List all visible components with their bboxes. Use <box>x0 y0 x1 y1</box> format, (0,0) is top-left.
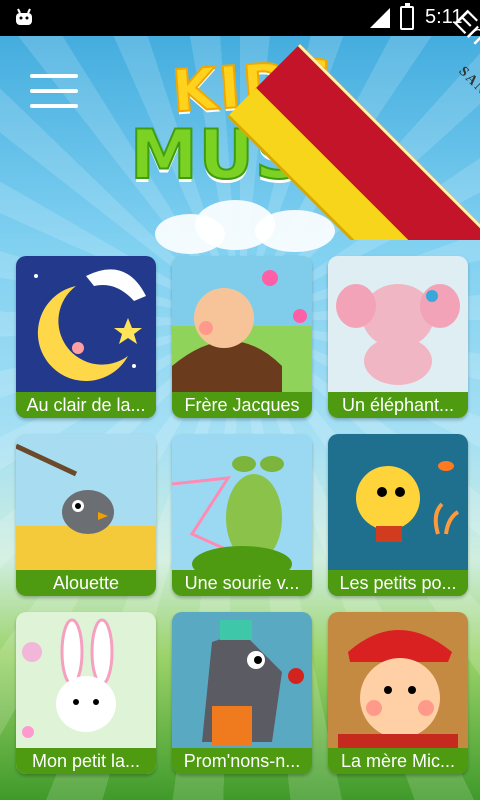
hamburger-menu-icon <box>30 74 78 78</box>
song-title: Un éléphant... <box>328 392 468 418</box>
song-card[interactable]: Prom'nons-n... <box>172 612 312 774</box>
cloud-decoration <box>145 196 350 256</box>
menu-button[interactable] <box>30 72 78 110</box>
song-title: Prom'nons-n... <box>172 748 312 774</box>
song-card[interactable]: Alouette <box>16 434 156 596</box>
song-card[interactable]: Mon petit la... <box>16 612 156 774</box>
song-title: Au clair de la... <box>16 392 156 418</box>
song-title: Frère Jacques <box>172 392 312 418</box>
song-card[interactable]: Les petits po... <box>328 434 468 596</box>
android-icon <box>16 8 32 25</box>
song-card[interactable]: Frère Jacques <box>172 256 312 418</box>
battery-icon <box>400 3 414 30</box>
song-title: Les petits po... <box>328 570 468 596</box>
app-logo: KIDS MUSIC <box>129 45 382 218</box>
logo-music: MUSIC <box>129 115 383 196</box>
song-title: La mère Mic... <box>328 748 468 774</box>
logo-kids: KIDS <box>169 45 340 126</box>
song-card[interactable]: Un éléphant... <box>328 256 468 418</box>
song-title: Mon petit la... <box>16 748 156 774</box>
song-card[interactable]: Une sourie v... <box>172 434 312 596</box>
song-card[interactable]: La mère Mic... <box>328 612 468 774</box>
song-title: Alouette <box>16 570 156 596</box>
status-bar: 5:11 <box>0 0 480 36</box>
clock: 5:11 <box>425 6 463 28</box>
song-card[interactable]: Au clair de la... <box>16 256 156 418</box>
song-title: Une sourie v... <box>172 570 312 596</box>
signal-icon <box>370 8 390 28</box>
